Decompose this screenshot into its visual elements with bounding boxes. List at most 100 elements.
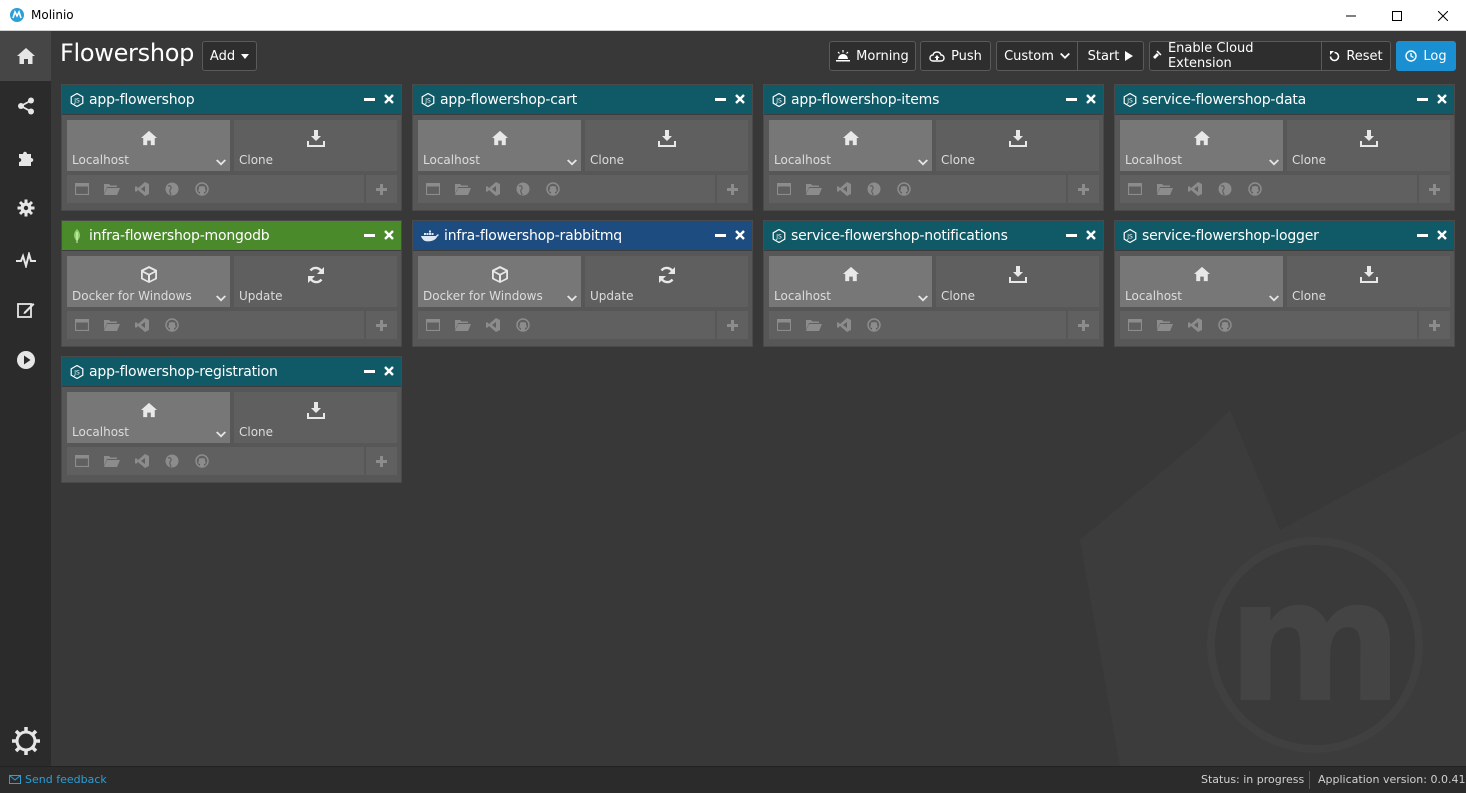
globe-icon[interactable] xyxy=(163,452,181,470)
folder-icon[interactable] xyxy=(805,180,823,198)
close-card-icon[interactable] xyxy=(734,92,746,106)
clone-button[interactable]: Clone xyxy=(234,120,397,171)
close-card-icon[interactable] xyxy=(1085,228,1097,242)
host-selector[interactable]: Localhost xyxy=(1120,120,1283,171)
enable-cloud-extension-button[interactable]: Enable Cloud Extension xyxy=(1149,41,1322,71)
sidebar-item-home[interactable] xyxy=(0,31,51,81)
update-button[interactable]: Update xyxy=(234,256,397,307)
add-action-button[interactable] xyxy=(717,175,748,203)
add-action-button[interactable] xyxy=(1419,175,1450,203)
globe-icon[interactable] xyxy=(514,180,532,198)
host-selector[interactable]: Localhost xyxy=(67,392,230,443)
window-icon[interactable] xyxy=(73,180,91,198)
window-icon[interactable] xyxy=(424,316,442,334)
github-icon[interactable] xyxy=(514,316,532,334)
window-icon[interactable] xyxy=(775,180,793,198)
push-button[interactable]: Push xyxy=(920,41,991,71)
clone-button[interactable]: Clone xyxy=(936,256,1099,307)
minimize-window-button[interactable] xyxy=(1328,0,1374,31)
add-action-button[interactable] xyxy=(1068,311,1099,339)
window-icon[interactable] xyxy=(73,452,91,470)
host-selector[interactable]: Localhost xyxy=(769,256,932,307)
globe-icon[interactable] xyxy=(1216,180,1234,198)
window-icon[interactable] xyxy=(1126,180,1144,198)
vscode-icon[interactable] xyxy=(133,452,151,470)
add-action-button[interactable] xyxy=(366,175,397,203)
close-card-icon[interactable] xyxy=(1436,228,1448,242)
folder-icon[interactable] xyxy=(805,316,823,334)
add-action-button[interactable] xyxy=(366,311,397,339)
minimize-card-icon[interactable] xyxy=(714,92,726,106)
sidebar-item-plugins[interactable] xyxy=(0,133,51,183)
minimize-card-icon[interactable] xyxy=(363,364,375,378)
close-card-icon[interactable] xyxy=(1085,92,1097,106)
custom-dropdown[interactable]: Custom xyxy=(996,41,1078,71)
close-card-icon[interactable] xyxy=(1436,92,1448,106)
folder-icon[interactable] xyxy=(103,316,121,334)
clone-button[interactable]: Clone xyxy=(936,120,1099,171)
minimize-card-icon[interactable] xyxy=(363,92,375,106)
folder-icon[interactable] xyxy=(454,180,472,198)
github-icon[interactable] xyxy=(193,452,211,470)
window-icon[interactable] xyxy=(73,316,91,334)
window-icon[interactable] xyxy=(1126,316,1144,334)
minimize-card-icon[interactable] xyxy=(714,228,726,242)
sidebar-item-edit[interactable] xyxy=(0,285,51,335)
host-selector[interactable]: Localhost xyxy=(418,120,581,171)
host-selector[interactable]: Docker for Windows xyxy=(418,256,581,307)
add-button[interactable]: Add xyxy=(202,41,257,71)
vscode-icon[interactable] xyxy=(133,316,151,334)
add-action-button[interactable] xyxy=(1419,311,1450,339)
log-button[interactable]: Log xyxy=(1396,41,1456,71)
github-icon[interactable] xyxy=(1216,316,1234,334)
github-icon[interactable] xyxy=(1246,180,1264,198)
close-card-icon[interactable] xyxy=(383,92,395,106)
close-card-icon[interactable] xyxy=(383,364,395,378)
sidebar-item-share[interactable] xyxy=(0,81,51,131)
minimize-card-icon[interactable] xyxy=(1065,228,1077,242)
folder-icon[interactable] xyxy=(103,180,121,198)
close-window-button[interactable] xyxy=(1420,0,1466,31)
vscode-icon[interactable] xyxy=(1186,316,1204,334)
maximize-window-button[interactable] xyxy=(1374,0,1420,31)
clone-button[interactable]: Clone xyxy=(1287,120,1450,171)
morning-button[interactable]: Morning xyxy=(829,41,916,71)
minimize-card-icon[interactable] xyxy=(1416,228,1428,242)
folder-icon[interactable] xyxy=(103,452,121,470)
close-card-icon[interactable] xyxy=(734,228,746,242)
send-feedback-link[interactable]: Send feedback xyxy=(9,773,107,786)
vscode-icon[interactable] xyxy=(133,180,151,198)
host-selector[interactable]: Localhost xyxy=(769,120,932,171)
clone-button[interactable]: Clone xyxy=(585,120,748,171)
window-icon[interactable] xyxy=(775,316,793,334)
github-icon[interactable] xyxy=(544,180,562,198)
clone-button[interactable]: Clone xyxy=(1287,256,1450,307)
minimize-card-icon[interactable] xyxy=(1065,92,1077,106)
window-icon[interactable] xyxy=(424,180,442,198)
github-icon[interactable] xyxy=(193,180,211,198)
host-selector[interactable]: Docker for Windows xyxy=(67,256,230,307)
sidebar-item-settings[interactable] xyxy=(0,183,51,233)
sidebar-item-run[interactable] xyxy=(0,335,51,385)
minimize-card-icon[interactable] xyxy=(1416,92,1428,106)
add-action-button[interactable] xyxy=(1068,175,1099,203)
vscode-icon[interactable] xyxy=(484,180,502,198)
globe-icon[interactable] xyxy=(163,180,181,198)
vscode-icon[interactable] xyxy=(484,316,502,334)
github-icon[interactable] xyxy=(163,316,181,334)
add-action-button[interactable] xyxy=(366,447,397,475)
add-action-button[interactable] xyxy=(717,311,748,339)
vscode-icon[interactable] xyxy=(835,316,853,334)
minimize-card-icon[interactable] xyxy=(363,228,375,242)
host-selector[interactable]: Localhost xyxy=(67,120,230,171)
folder-icon[interactable] xyxy=(454,316,472,334)
close-card-icon[interactable] xyxy=(383,228,395,242)
reset-button[interactable]: Reset xyxy=(1321,41,1391,71)
vscode-icon[interactable] xyxy=(835,180,853,198)
github-icon[interactable] xyxy=(895,180,913,198)
update-button[interactable]: Update xyxy=(585,256,748,307)
host-selector[interactable]: Localhost xyxy=(1120,256,1283,307)
folder-icon[interactable] xyxy=(1156,316,1174,334)
vscode-icon[interactable] xyxy=(1186,180,1204,198)
sidebar-item-activity[interactable] xyxy=(0,235,51,285)
